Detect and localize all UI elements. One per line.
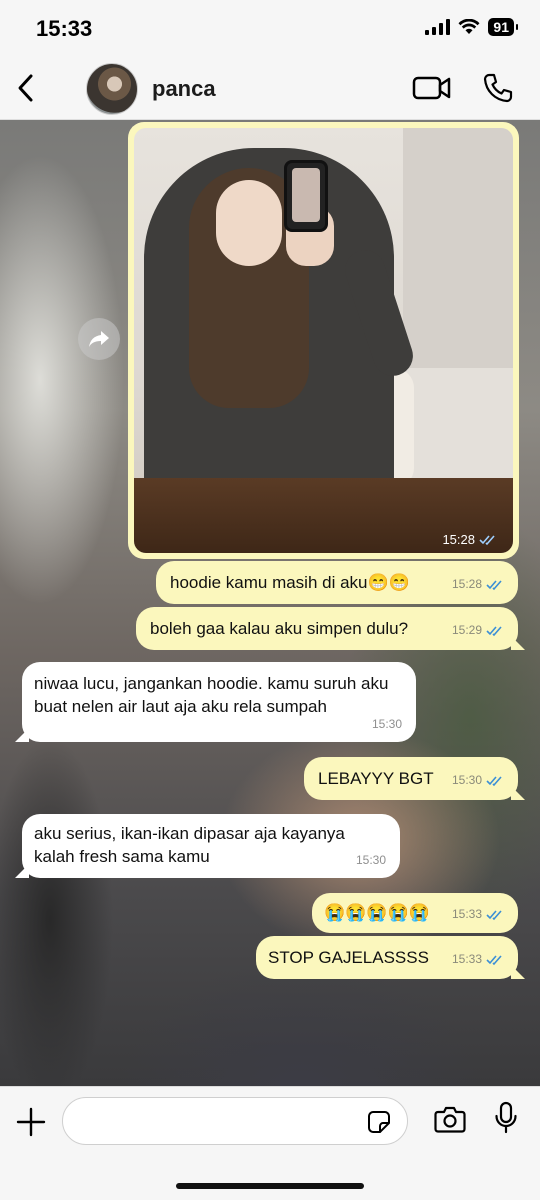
message-bubble-outgoing[interactable]: boleh gaa kalau aku simpen dulu? 15:29 — [136, 607, 525, 650]
message-input-wrapper — [62, 1097, 408, 1145]
message-text: aku serius, ikan-ikan dipasar aja kayany… — [34, 824, 345, 866]
chat-header: panca — [0, 58, 540, 120]
message-timestamp: 15:29 — [452, 619, 504, 642]
message-bubble-incoming[interactable]: aku serius, ikan-ikan dipasar aja kayany… — [15, 814, 400, 878]
sticker-icon — [368, 1111, 390, 1133]
back-button[interactable] — [10, 70, 40, 106]
message-bubble-incoming[interactable]: niwaa lucu, jangankan hoodie. kamu suruh… — [15, 662, 416, 742]
message-time: 15:33 — [451, 907, 482, 921]
message-time: 15:33 — [451, 952, 482, 966]
read-ticks-icon — [486, 625, 502, 636]
read-ticks-icon — [486, 909, 502, 920]
message-input-bar — [0, 1086, 540, 1200]
microphone-button[interactable] — [494, 1101, 518, 1140]
camera-icon — [434, 1106, 466, 1133]
message-bubble-outgoing[interactable]: 😭😭😭😭😭 15:33 — [312, 893, 518, 933]
photo-message[interactable]: 15:28 — [128, 122, 519, 559]
forward-button[interactable] — [78, 318, 120, 360]
message-bubble-outgoing[interactable]: STOP GAJELASSSS 15:33 — [256, 936, 525, 979]
message-timestamp: 15:30 — [356, 849, 386, 872]
photo-face — [216, 180, 282, 266]
forward-icon — [89, 331, 109, 347]
message-timestamp: 15:33 — [452, 948, 504, 971]
message-time: 15:30 — [371, 717, 402, 731]
home-indicator — [176, 1183, 364, 1189]
camera-button[interactable] — [434, 1105, 466, 1138]
video-call-icon — [412, 76, 451, 100]
message-time: 15:30 — [355, 853, 386, 867]
plus-icon — [16, 1107, 46, 1137]
message-timestamp: 15:30 — [372, 713, 402, 736]
message-time: 15:29 — [451, 623, 482, 637]
read-ticks-icon — [486, 954, 502, 965]
message-text: LEBAYYY BGT — [318, 769, 434, 788]
photo-wall — [403, 128, 513, 378]
photo-phone — [284, 160, 328, 232]
message-time: 15:30 — [451, 773, 482, 787]
status-time: 15:33 — [36, 16, 93, 41]
read-ticks-icon — [486, 579, 502, 590]
message-timestamp: 15:28 — [452, 573, 504, 596]
read-ticks-icon — [479, 534, 495, 545]
message-text: hoodie kamu masih di aku😁😁 — [170, 573, 410, 592]
message-time: 15:28 — [451, 577, 482, 591]
attach-button[interactable] — [16, 1107, 46, 1142]
back-icon — [18, 74, 33, 102]
message-text: niwaa lucu, jangankan hoodie. kamu suruh… — [34, 674, 389, 716]
message-text: 😭😭😭😭😭 — [324, 903, 430, 922]
avatar[interactable] — [86, 63, 138, 115]
signal-icon — [425, 19, 451, 35]
message-timestamp: 15:30 — [452, 769, 504, 792]
photo-time-text: 15:28 — [442, 532, 475, 547]
shared-photo[interactable] — [134, 128, 513, 553]
video-call-button[interactable] — [412, 74, 452, 107]
status-icons: 91 — [425, 18, 518, 36]
contact-name[interactable]: panca — [152, 76, 216, 102]
sticker-button[interactable] — [367, 1110, 391, 1139]
read-ticks-icon — [486, 775, 502, 786]
message-input[interactable] — [79, 1098, 369, 1144]
message-timestamp: 15:33 — [452, 903, 504, 926]
voice-call-button[interactable] — [482, 72, 514, 109]
battery-indicator: 91 — [488, 18, 518, 36]
message-bubble-outgoing[interactable]: LEBAYYY BGT 15:30 — [304, 757, 525, 800]
microphone-icon — [495, 1101, 517, 1134]
status-bar: 15:33 91 — [0, 0, 540, 58]
wifi-icon — [458, 19, 480, 34]
message-text: STOP GAJELASSSS — [268, 948, 429, 967]
message-bubble-outgoing[interactable]: hoodie kamu masih di aku😁😁 15:28 — [156, 561, 518, 604]
photo-timestamp: 15:28 — [442, 532, 497, 547]
message-text: boleh gaa kalau aku simpen dulu? — [150, 619, 409, 638]
phone-icon — [483, 73, 513, 103]
